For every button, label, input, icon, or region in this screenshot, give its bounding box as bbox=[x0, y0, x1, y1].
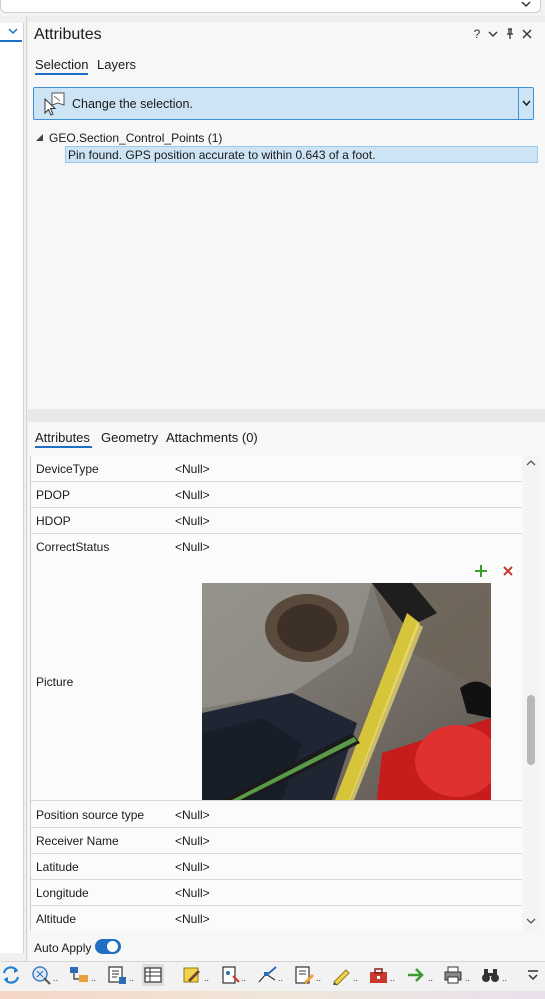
attribute-grid: DeviceType <Null> PDOP <Null> HDOP <Null… bbox=[30, 456, 522, 931]
field-value[interactable]: <Null> bbox=[175, 886, 210, 900]
create-dropdown-icon[interactable]: .. bbox=[241, 973, 246, 983]
field-value[interactable]: <Null> bbox=[175, 462, 210, 476]
table-dropdown-icon[interactable]: .. bbox=[129, 973, 134, 983]
modify-features-icon[interactable] bbox=[256, 964, 278, 986]
remove-attachment-icon[interactable] bbox=[502, 565, 514, 577]
field-value[interactable]: <Null> bbox=[175, 860, 210, 874]
attribute-row[interactable]: Position source type <Null> bbox=[31, 802, 522, 828]
toggle-knob bbox=[107, 941, 118, 952]
pane-title: Attributes bbox=[34, 26, 102, 43]
field-value[interactable]: <Null> bbox=[175, 808, 210, 822]
print-icon[interactable] bbox=[442, 964, 464, 986]
pane-options-icon[interactable] bbox=[485, 26, 501, 42]
change-selection-label: Change the selection. bbox=[72, 97, 193, 111]
edit-dropdown-icon[interactable]: .. bbox=[204, 973, 209, 983]
top-dropdown[interactable] bbox=[0, 0, 541, 13]
field-value[interactable]: <Null> bbox=[175, 540, 210, 554]
field-name: Receiver Name bbox=[36, 834, 119, 848]
add-attachment-icon[interactable] bbox=[474, 564, 488, 578]
tab-attributes-underline bbox=[35, 446, 92, 448]
more-icon[interactable] bbox=[522, 964, 544, 986]
attachment-photo[interactable] bbox=[202, 583, 491, 800]
explore-dropdown-icon[interactable]: .. bbox=[53, 973, 58, 983]
collapse-arrow-icon[interactable] bbox=[35, 133, 45, 143]
find-icon[interactable] bbox=[479, 964, 501, 986]
tab-geometry[interactable]: Geometry bbox=[101, 430, 158, 445]
feature-tree-label: Pin found. GPS position accurate to with… bbox=[68, 148, 376, 162]
edit-attributes-dropdown-icon[interactable]: .. bbox=[316, 973, 321, 983]
attribute-row[interactable]: Altitude <Null> bbox=[31, 906, 522, 931]
attribute-row[interactable]: Receiver Name <Null> bbox=[31, 828, 522, 854]
edit-icon[interactable] bbox=[181, 964, 203, 986]
field-value[interactable]: <Null> bbox=[175, 488, 210, 502]
left-panel bbox=[0, 23, 24, 953]
field-name: Position source type bbox=[36, 808, 145, 822]
toolbox-dropdown-icon[interactable]: .. bbox=[390, 973, 395, 983]
modify-dropdown-icon[interactable]: .. bbox=[278, 973, 283, 983]
scrollbar-thumb[interactable] bbox=[527, 695, 535, 765]
attribute-row[interactable]: CorrectStatus <Null> bbox=[31, 534, 522, 560]
selection-tree bbox=[28, 126, 545, 409]
field-name: Altitude bbox=[36, 912, 77, 926]
field-value[interactable]: <Null> bbox=[175, 514, 210, 528]
selection-dropdown-button[interactable] bbox=[518, 88, 533, 119]
field-name: PDOP bbox=[36, 488, 71, 502]
refresh-icon[interactable] bbox=[0, 964, 22, 986]
picture-row: Picture bbox=[31, 558, 522, 801]
field-name: DeviceType bbox=[36, 462, 99, 476]
find-dropdown-icon[interactable]: .. bbox=[502, 973, 507, 983]
annotate-icon[interactable] bbox=[330, 964, 352, 986]
next-dropdown-icon[interactable]: .. bbox=[428, 973, 433, 983]
edit-attributes-icon[interactable] bbox=[293, 964, 315, 986]
attribute-row[interactable]: Latitude <Null> bbox=[31, 854, 522, 880]
left-panel-active-line bbox=[0, 40, 22, 42]
field-value[interactable]: <Null> bbox=[175, 834, 210, 848]
scroll-up-icon[interactable] bbox=[526, 459, 536, 467]
tab-selection-underline bbox=[35, 73, 88, 75]
top-chevron-icon[interactable] bbox=[519, 0, 533, 10]
help-icon[interactable]: ? bbox=[469, 26, 485, 42]
attributes-table-icon[interactable] bbox=[106, 964, 128, 986]
field-name: HDOP bbox=[36, 514, 71, 528]
select-dropdown-icon[interactable]: .. bbox=[91, 973, 96, 983]
tab-layers[interactable]: Layers bbox=[97, 57, 136, 72]
field-name: Picture bbox=[36, 675, 74, 689]
layer-tree-node[interactable]: GEO.Section_Control_Points (1) bbox=[49, 131, 222, 145]
auto-apply-label: Auto Apply bbox=[34, 941, 92, 955]
tab-selection[interactable]: Selection bbox=[35, 57, 88, 72]
tab-attachments[interactable]: Attachments (0) bbox=[166, 430, 258, 445]
taskbar-edge bbox=[0, 991, 545, 999]
attribute-view-icon[interactable] bbox=[142, 964, 164, 986]
toolbox-icon[interactable] bbox=[367, 964, 389, 986]
pane-splitter[interactable] bbox=[28, 409, 545, 422]
grid-scrollbar[interactable] bbox=[523, 456, 539, 931]
tab-attributes[interactable]: Attributes bbox=[35, 430, 90, 445]
create-features-icon[interactable] bbox=[219, 964, 241, 986]
explore-icon[interactable] bbox=[30, 964, 52, 986]
pin-icon[interactable] bbox=[502, 26, 518, 42]
annotate-dropdown-icon[interactable]: .. bbox=[353, 973, 358, 983]
field-name: Longitude bbox=[36, 886, 89, 900]
print-dropdown-icon[interactable]: .. bbox=[465, 973, 470, 983]
attribute-row[interactable]: HDOP <Null> bbox=[31, 508, 522, 534]
attribute-row[interactable]: Longitude <Null> bbox=[31, 880, 522, 906]
attribute-row[interactable]: DeviceType <Null> bbox=[31, 456, 522, 482]
attribute-row[interactable]: PDOP <Null> bbox=[31, 482, 522, 508]
close-icon[interactable] bbox=[519, 26, 535, 42]
field-name: Latitude bbox=[36, 860, 79, 874]
left-panel-chevron-icon[interactable] bbox=[6, 27, 20, 37]
field-name: CorrectStatus bbox=[36, 540, 110, 554]
select-pointer-icon bbox=[42, 91, 68, 117]
select-by-location-icon[interactable] bbox=[68, 964, 90, 986]
field-value[interactable]: <Null> bbox=[175, 912, 210, 926]
scroll-down-icon[interactable] bbox=[526, 917, 536, 925]
next-icon[interactable] bbox=[405, 964, 427, 986]
